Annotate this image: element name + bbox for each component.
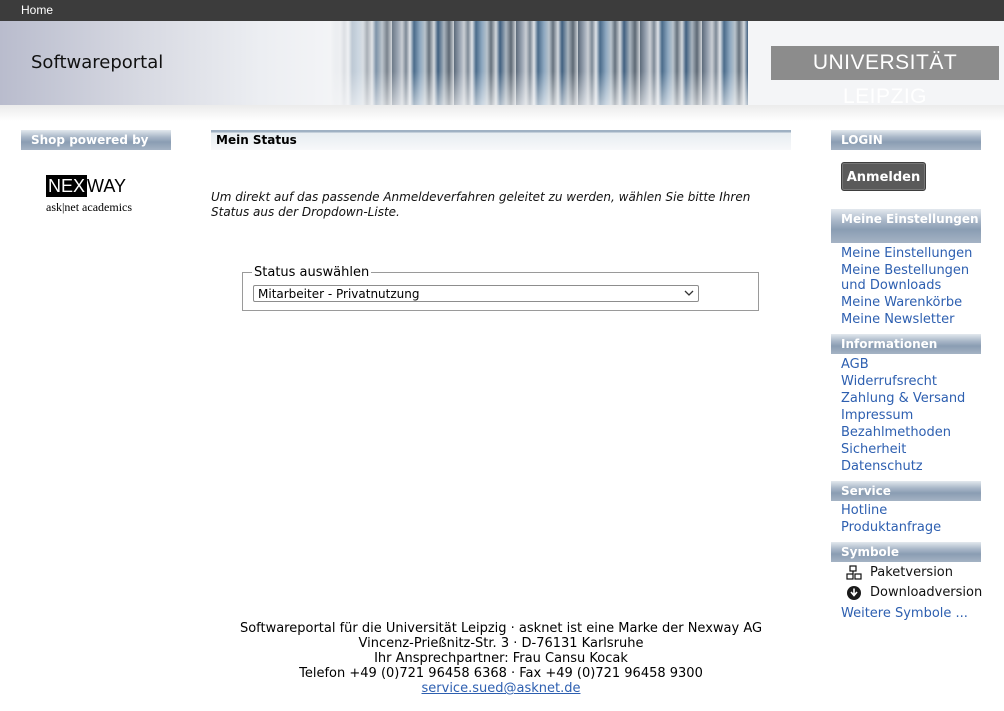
login-heading: LOGIN xyxy=(831,130,981,150)
footer-line-2: Vincenz-Prießnitz-Str. 3 · D-76131 Karls… xyxy=(358,636,644,651)
chevron-down-icon xyxy=(684,287,694,302)
sidebar-link-meine-warenkoerbe[interactable]: Meine Warenkörbe xyxy=(841,295,962,310)
sidebar-link-impressum[interactable]: Impressum xyxy=(841,408,913,423)
informationen-heading: Informationen xyxy=(831,334,981,354)
footer-line-3: Ihr Ansprechpartner: Frau Cansu Kocak xyxy=(374,651,628,666)
status-fieldset: Status auswählen Mitarbeiter - Privatnut… xyxy=(242,265,759,311)
page-footer: Softwareportal für die Universität Leipz… xyxy=(200,621,802,696)
nexway-logo-nex: NEX xyxy=(46,175,88,197)
status-select-value: Mitarbeiter - Privatnutzung xyxy=(258,287,420,301)
package-icon xyxy=(846,565,862,581)
sidebar-link-zahlung-versand[interactable]: Zahlung & Versand xyxy=(841,391,965,406)
sidebar-link-datenschutz[interactable]: Datenschutz xyxy=(841,459,923,474)
header-shadow xyxy=(0,105,1004,121)
sidebar-link-meine-bestellungen[interactable]: Meine Bestellungen und Downloads xyxy=(841,263,981,293)
page-header: Softwareportal UNIVERSITÄT LEIPZIG xyxy=(0,21,1004,121)
anmelden-button[interactable]: Anmelden xyxy=(841,162,926,191)
header-building-image xyxy=(330,21,748,105)
download-icon xyxy=(846,585,862,601)
sidebar-link-agb[interactable]: AGB xyxy=(841,357,869,372)
nexway-logo-subtitle: ask|net academics xyxy=(46,200,133,214)
status-select[interactable]: Mitarbeiter - Privatnutzung xyxy=(253,285,699,302)
shop-powered-by-heading: Shop powered by xyxy=(21,130,171,150)
sidebar-link-produktanfrage[interactable]: Produktanfrage xyxy=(841,520,941,535)
status-intro-text: Um direkt auf das passende Anmeldeverfah… xyxy=(211,190,751,219)
sidebar-link-sicherheit[interactable]: Sicherheit xyxy=(841,442,906,457)
symbole-heading: Symbole xyxy=(831,542,981,562)
status-legend: Status auswählen xyxy=(252,265,372,280)
symbol-label-downloadversion: Downloadversion xyxy=(870,585,983,600)
nexway-logo-way: WAY xyxy=(87,176,126,196)
site-title: Softwareportal xyxy=(31,52,164,73)
sidebar-link-meine-einstellungen[interactable]: Meine Einstellungen xyxy=(841,246,972,261)
sidebar-link-meine-newsletter[interactable]: Meine Newsletter xyxy=(841,312,954,327)
sidebar-link-widerrufsrecht[interactable]: Widerrufsrecht xyxy=(841,374,937,389)
main-heading: Mein Status xyxy=(211,130,791,150)
university-logo[interactable]: UNIVERSITÄT LEIPZIG xyxy=(771,46,999,108)
footer-email-link[interactable]: service.sued@asknet.de xyxy=(422,681,581,696)
top-nav-bar: Home xyxy=(0,0,1004,21)
symbol-label-paketversion: Paketversion xyxy=(870,565,953,580)
nexway-logo[interactable]: NEX WAY ask|net academics xyxy=(46,175,156,215)
footer-line-4: Telefon +49 (0)721 96458 6368 · Fax +49 … xyxy=(299,666,703,681)
home-link[interactable]: Home xyxy=(21,3,53,17)
weitere-symbole-link[interactable]: Weitere Symbole ... xyxy=(841,606,968,621)
footer-line-1: Softwareportal für die Universität Leipz… xyxy=(239,621,763,636)
sidebar-link-bezahlmethoden[interactable]: Bezahlmethoden xyxy=(841,425,951,440)
sidebar-link-hotline[interactable]: Hotline xyxy=(841,503,887,518)
meine-einstellungen-heading: Meine Einstellungen xyxy=(831,209,981,243)
service-heading: Service xyxy=(831,481,981,501)
